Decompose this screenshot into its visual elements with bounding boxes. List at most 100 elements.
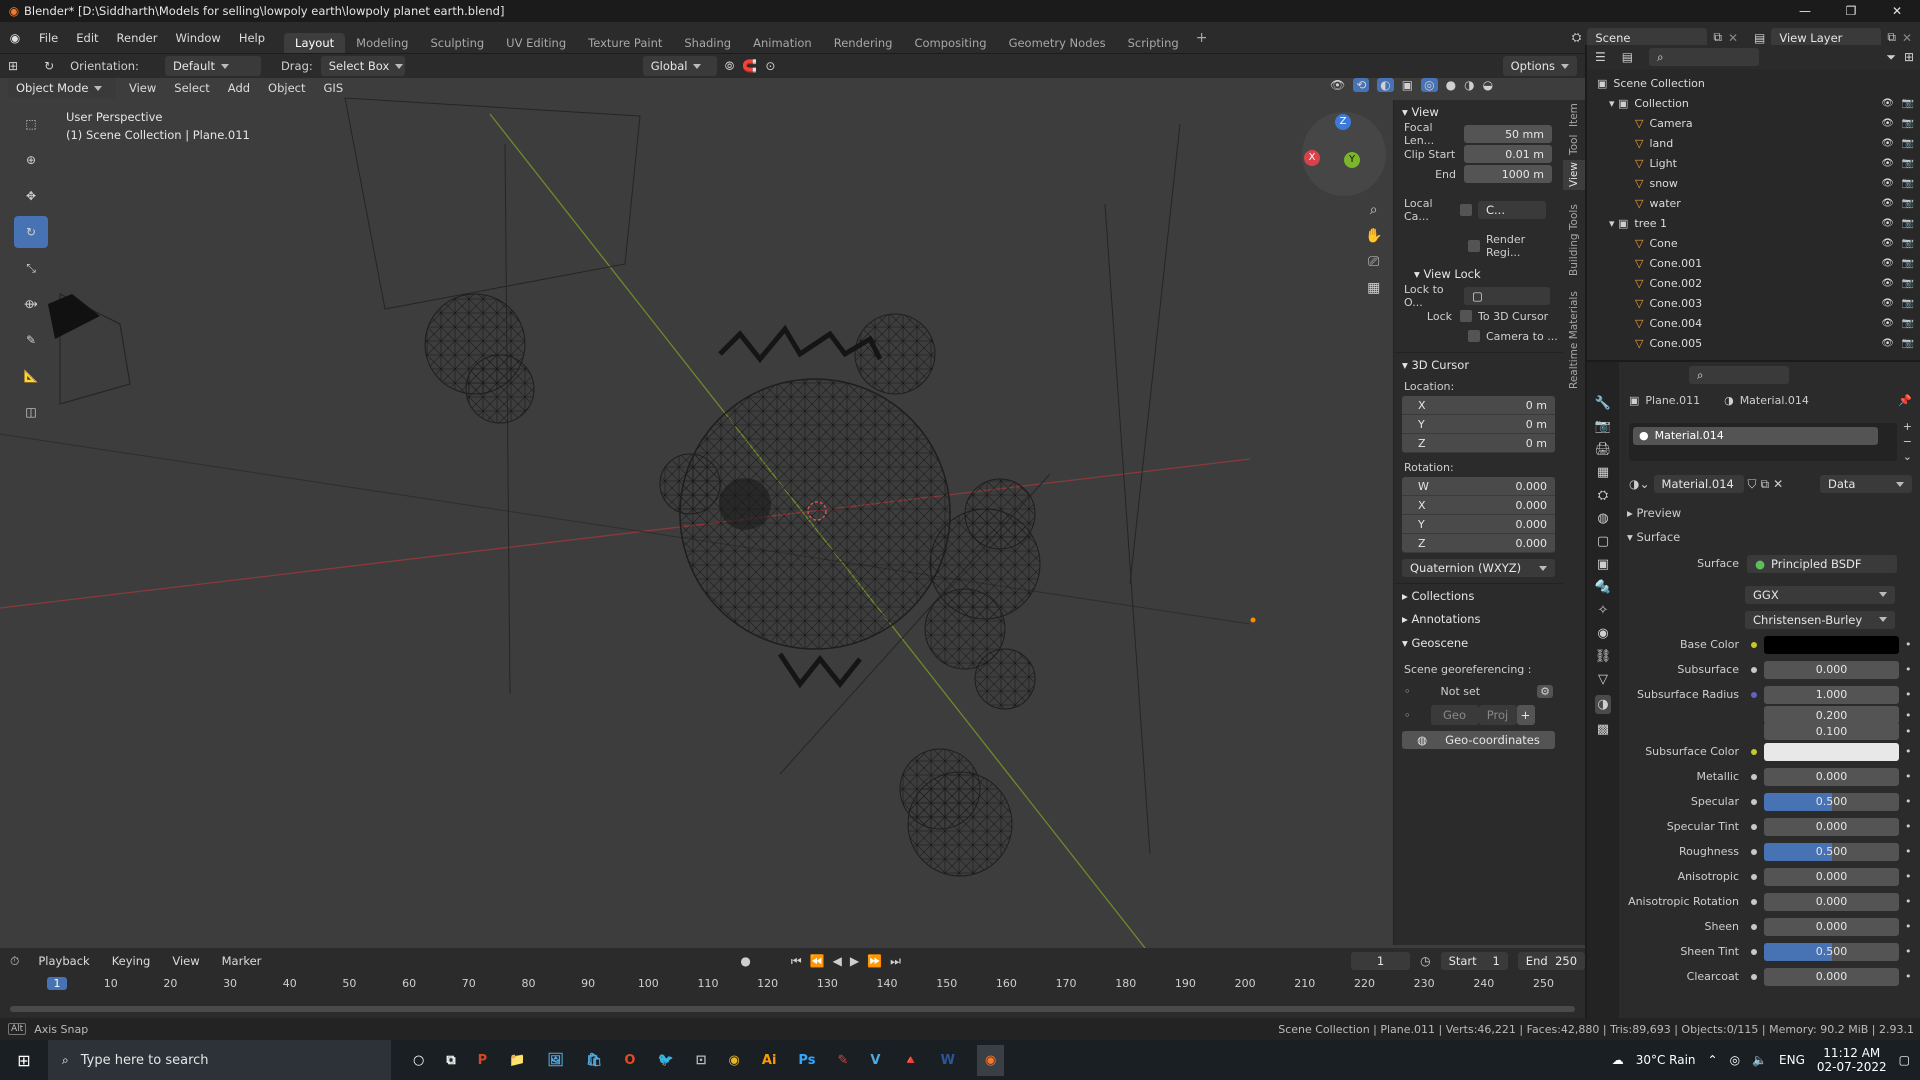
jump-end-icon[interactable]: ⏭ (890, 954, 901, 969)
3d-viewport[interactable]: User Perspective (1) Scene Collection | … (0, 54, 1585, 948)
clock-time[interactable]: 11:12 AM (1817, 1046, 1887, 1060)
minimize-icon[interactable]: — (1782, 4, 1828, 18)
properties-tab-tool-icon[interactable]: 🔧 (1595, 396, 1611, 411)
3d-cursor-header[interactable]: ▾ 3D Cursor (1394, 352, 1563, 376)
overlay-icon[interactable]: ◐ (1377, 78, 1394, 92)
delete-scene-icon[interactable]: ✕ (1728, 31, 1738, 45)
outliner-item-cone-001[interactable]: ▽ Cone.001 👁 📷 (1587, 253, 1920, 273)
outliner-collection[interactable]: ▾ ▣ Collection 👁 📷 (1587, 93, 1920, 113)
bsdf-value-field[interactable]: 0.500 (1764, 792, 1899, 811)
properties-tab-object-icon[interactable]: ▣ (1597, 557, 1609, 572)
taskbar-search[interactable]: ⌕ Type here to search (48, 1040, 391, 1080)
rendered-shading-icon[interactable]: ◒ (1483, 78, 1493, 92)
bsdf-value-field[interactable]: 0.100 (1764, 722, 1899, 740)
add-slot-icon[interactable]: + (1903, 420, 1912, 433)
menu-window[interactable]: Window (166, 31, 229, 45)
keyframe-dot[interactable]: • (1905, 688, 1912, 701)
network-icon[interactable]: ◎ (1730, 1053, 1740, 1067)
outliner-item-camera[interactable]: ▽ Camera 👁 📷 (1587, 113, 1920, 133)
bsdf-value-field[interactable]: 1.000 (1764, 685, 1899, 704)
scale-tool[interactable]: ⤡ (14, 252, 48, 284)
taskbar-chrome-remote-icon[interactable]: ⊡ (696, 1053, 707, 1068)
timeline-scrollbar[interactable] (10, 1006, 1575, 1012)
bsdf-value-field[interactable]: 0.000 (1764, 967, 1899, 986)
viewport-menu-add[interactable]: Add (219, 81, 259, 95)
proj-button[interactable]: Proj (1478, 705, 1517, 725)
socket-dot[interactable] (1751, 898, 1757, 905)
workspace-tab-geometry-nodes[interactable]: Geometry Nodes (998, 33, 1117, 53)
slot-menu-icon[interactable]: ⌄ (1903, 450, 1912, 463)
keyframe-dot[interactable]: • (1905, 845, 1912, 858)
fake-user-icon[interactable]: ⛉ (1748, 477, 1757, 492)
outliner-item-land-eye-icon[interactable]: 👁 (1881, 138, 1894, 149)
georef-settings-icon[interactable]: ⚙ (1537, 684, 1553, 698)
geoscene-header[interactable]: ▾ Geoscene (1394, 631, 1563, 655)
geo-coordinates-button[interactable]: ◍ Geo-coordinates (1402, 731, 1555, 749)
render-region-checkbox[interactable] (1468, 240, 1480, 252)
play-icon[interactable]: ▶ (850, 954, 859, 968)
keyframe-dot[interactable]: • (1905, 895, 1912, 908)
keyframe-dot[interactable]: • (1905, 920, 1912, 933)
new-view-layer-icon[interactable]: ⧉ (1887, 30, 1896, 45)
taskbar-vlc-icon[interactable]: 🔺 (902, 1053, 918, 1068)
distribution-select[interactable]: GGX (1745, 585, 1895, 604)
outliner-item-cone-003-render-icon[interactable]: 📷 (1902, 298, 1914, 309)
outliner-item-camera-render-icon[interactable]: 📷 (1902, 118, 1914, 129)
move-tool[interactable]: ✥ (14, 180, 48, 212)
preview-header[interactable]: ▸ Preview (1619, 501, 1920, 525)
properties-tab-modifier-icon[interactable]: 🔩 (1595, 580, 1611, 595)
bsdf-value-field[interactable]: 0.000 (1764, 767, 1899, 786)
zoom-icon[interactable]: ⌕ (1365, 202, 1382, 218)
record-icon[interactable]: ● (740, 954, 750, 968)
outliner-item-land-render-icon[interactable]: 📷 (1902, 138, 1914, 149)
workspace-tab-scripting[interactable]: Scripting (1117, 33, 1190, 53)
start-frame-field[interactable]: Start 1 (1440, 952, 1508, 970)
prev-keyframe-icon[interactable]: ⏪ (810, 954, 825, 968)
workspace-tab-shading[interactable]: Shading (673, 33, 742, 53)
camera-view-icon[interactable]: ⎚ (1365, 254, 1382, 270)
workspace-tab-modeling[interactable]: Modeling (345, 33, 419, 53)
bsdf-value-field[interactable] (1764, 742, 1899, 761)
bsdf-value-field[interactable]: 0.000 (1764, 660, 1899, 679)
outliner-tree-1-eye-icon[interactable]: 👁 (1881, 218, 1894, 229)
sidebar-tab-building-tools[interactable]: Building Tools (1563, 195, 1585, 285)
clock-date[interactable]: 02-07-2022 (1817, 1060, 1887, 1074)
transform-tool[interactable]: ⟴ (14, 288, 48, 320)
preview-range-icon[interactable]: ◷ (1420, 954, 1430, 968)
proportional-icon[interactable]: ⊙ (765, 59, 775, 73)
outliner-item-snow[interactable]: ▽ snow 👁 📷 (1587, 173, 1920, 193)
taskbar-office-icon[interactable]: O (624, 1053, 635, 1068)
taskbar-word-icon[interactable]: W (941, 1053, 955, 1068)
language-indicator[interactable]: ENG (1779, 1053, 1805, 1067)
timeline-menu-playback[interactable]: Playback (29, 954, 98, 968)
taskbar-powerpoint-icon[interactable]: P (478, 1053, 488, 1068)
outliner-item-camera-eye-icon[interactable]: 👁 (1881, 118, 1894, 129)
taskbar-photoshop-icon[interactable]: Ps (798, 1053, 815, 1068)
socket-dot[interactable] (1751, 873, 1757, 880)
bsdf-value-field[interactable]: 0.500 (1764, 842, 1899, 861)
remove-slot-icon[interactable]: − (1903, 435, 1912, 448)
properties-tab-output-icon[interactable]: 🖨 (1595, 442, 1612, 457)
material-name-field[interactable]: Material.014 (1653, 475, 1744, 493)
outliner-item-water[interactable]: ▽ water 👁 📷 (1587, 193, 1920, 213)
browse-material-icon[interactable]: ◑⌄ (1629, 477, 1650, 491)
taskbar-blender-icon[interactable]: ◉ (976, 1044, 1005, 1076)
taskbar-store-icon[interactable]: 🛍 (586, 1053, 603, 1068)
taskbar-chrome-icon[interactable]: ◉ (729, 1053, 740, 1068)
outliner-search[interactable]: ⌕ (1649, 48, 1760, 66)
annotations-header[interactable]: ▸ Annotations (1394, 607, 1563, 631)
socket-dot[interactable] (1751, 798, 1757, 805)
scene-icon[interactable]: ⛭ (1572, 30, 1582, 45)
jump-start-icon[interactable]: ⏮ (791, 954, 802, 969)
outliner-item-cone-002[interactable]: ▽ Cone.002 👁 📷 (1587, 273, 1920, 293)
cursor-rotation-z[interactable]: Z 0.000 (1402, 534, 1555, 553)
solid-shading-icon[interactable]: ● (1446, 78, 1456, 92)
socket-dot[interactable] (1751, 691, 1757, 698)
outliner-item-water-render-icon[interactable]: 📷 (1902, 198, 1914, 209)
keyframe-dot[interactable]: • (1905, 663, 1912, 676)
pin-icon[interactable]: 📌 (1898, 394, 1912, 407)
outliner-item-cone-005[interactable]: ▽ Cone.005 👁 📷 (1587, 333, 1920, 353)
notifications-icon[interactable]: ▢ (1899, 1053, 1910, 1067)
gizmo-x[interactable]: X (1304, 150, 1320, 166)
outliner-item-water-eye-icon[interactable]: 👁 (1881, 198, 1894, 209)
